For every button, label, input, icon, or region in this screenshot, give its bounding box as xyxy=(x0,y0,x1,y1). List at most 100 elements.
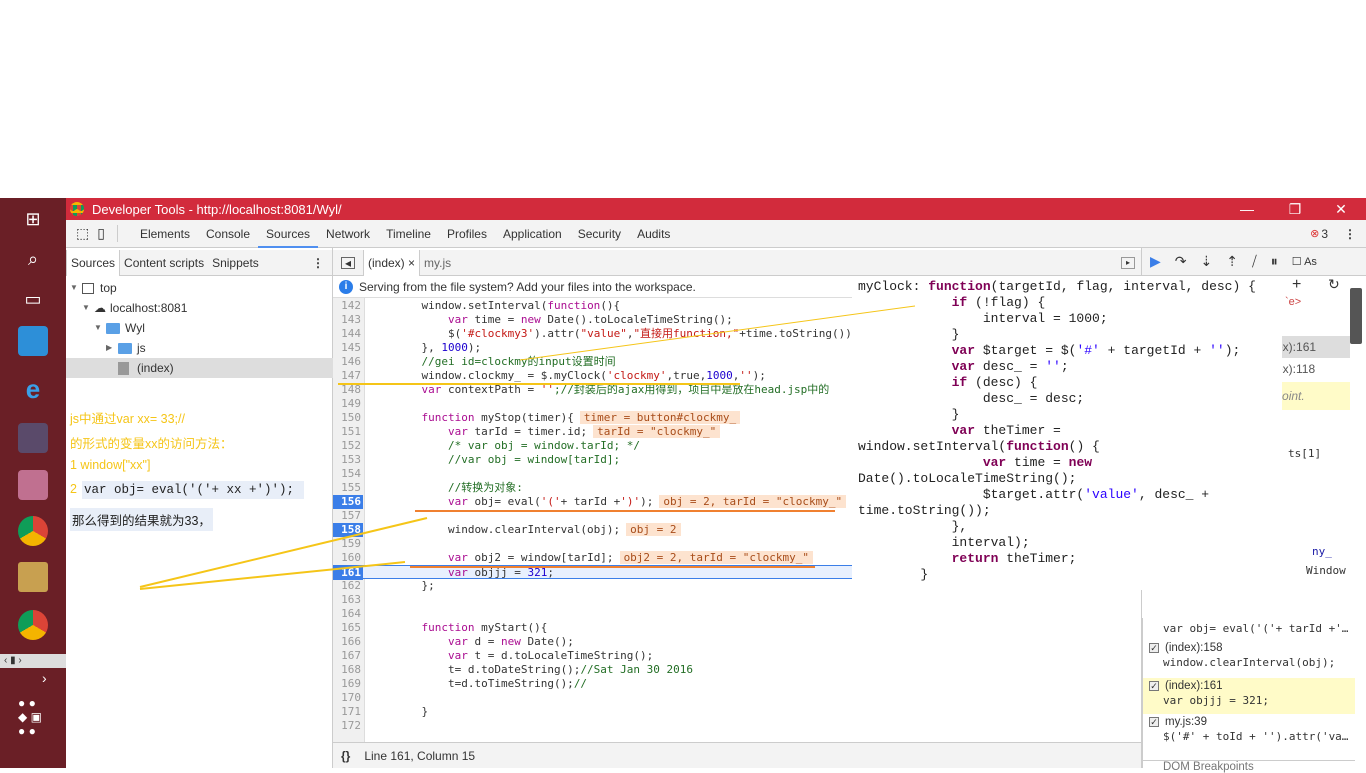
code-line[interactable]: 164 xyxy=(333,607,1141,621)
tab-console[interactable]: Console xyxy=(198,220,258,248)
close-button[interactable]: ✕ xyxy=(1318,198,1364,220)
line-number[interactable]: 146 xyxy=(333,355,363,369)
tab-application[interactable]: Application xyxy=(495,220,570,248)
breakpoint-marker[interactable]: 156 xyxy=(333,495,363,509)
line-number[interactable]: 142 xyxy=(333,299,363,313)
add-watch-icon[interactable]: + xyxy=(1292,276,1301,294)
line-number[interactable]: 162 xyxy=(333,579,363,593)
line-number[interactable]: 152 xyxy=(333,439,363,453)
error-count[interactable]: 3 xyxy=(1321,227,1328,241)
tab-security[interactable]: Security xyxy=(570,220,629,248)
line-number[interactable]: 153 xyxy=(333,453,363,467)
tree-wyl[interactable]: ▼ Wyl xyxy=(66,318,333,338)
tab-content-scripts[interactable]: Content scripts xyxy=(120,250,208,276)
line-number[interactable]: 151 xyxy=(333,425,363,439)
line-number[interactable]: 165 xyxy=(333,621,363,635)
line-number[interactable]: 150 xyxy=(333,411,363,425)
pretty-print-icon[interactable]: {} xyxy=(341,749,350,763)
file-tab-index[interactable]: (index) × xyxy=(363,249,421,276)
async-checkbox[interactable]: ☐ As xyxy=(1292,255,1317,268)
line-number[interactable]: 154 xyxy=(333,467,363,481)
breakpoint-161[interactable]: ✓ (index):161 var objjj = 321; xyxy=(1143,678,1355,714)
tree-top[interactable]: ▼ top xyxy=(66,278,333,298)
error-icon[interactable]: ⊗ xyxy=(1310,227,1319,240)
step-over-icon[interactable]: ↷ xyxy=(1175,253,1187,270)
tab-sources[interactable]: Sources xyxy=(258,220,319,248)
checkbox[interactable]: ✓ xyxy=(1149,643,1159,653)
checkbox[interactable]: ✓ xyxy=(1149,681,1159,691)
file-tab-myjs[interactable]: my.js xyxy=(420,250,455,276)
code-line[interactable]: 166 var d = new Date(); xyxy=(333,635,1141,649)
line-number[interactable]: 149 xyxy=(333,397,363,411)
line-number[interactable]: 166 xyxy=(333,635,363,649)
breakpoint-myjs-39[interactable]: ✓ my.js:39 $('#' + toId + '').attr('va… xyxy=(1143,716,1355,752)
line-number[interactable]: 157 xyxy=(333,509,363,523)
code-line[interactable]: 169 t=d.toTimeString();// xyxy=(333,677,1141,691)
minimize-button[interactable]: — xyxy=(1224,198,1270,220)
chrome-icon[interactable] xyxy=(18,516,48,546)
ide-icon[interactable] xyxy=(18,423,48,453)
line-number[interactable]: 164 xyxy=(333,607,363,621)
edge-icon[interactable]: e xyxy=(18,374,48,404)
line-number[interactable]: 169 xyxy=(333,677,363,691)
line-number[interactable]: 163 xyxy=(333,593,363,607)
line-number[interactable]: 144 xyxy=(333,327,363,341)
scrollbar-thumb[interactable] xyxy=(1350,288,1362,344)
code-line[interactable]: 165 function myStart(){ xyxy=(333,621,1141,635)
pause-exceptions-icon[interactable]: ⏸ xyxy=(1271,253,1278,270)
line-number[interactable]: 160 xyxy=(333,551,363,565)
checkbox[interactable]: ✓ xyxy=(1149,717,1159,727)
line-number[interactable]: 148 xyxy=(333,383,363,397)
tab-network[interactable]: Network xyxy=(318,220,378,248)
navigator-menu-icon[interactable]: ⋮ xyxy=(312,256,324,270)
step-out-icon[interactable]: ⇡ xyxy=(1226,253,1238,270)
breakpoint-158[interactable]: ✓ (index):158 window.clearInterval(obj); xyxy=(1143,642,1355,678)
database-icon[interactable] xyxy=(18,470,48,500)
taskbar-scroll[interactable]: ‹ ▮ › xyxy=(0,654,66,668)
code-line[interactable]: 172 xyxy=(333,719,1141,733)
close-tab-icon[interactable]: × xyxy=(408,256,415,270)
tree-index[interactable]: (index) xyxy=(66,358,333,378)
code-line[interactable]: 163 xyxy=(333,593,1141,607)
code-line[interactable]: 168 t= d.toDateString();//Sat Jan 30 201… xyxy=(333,663,1141,677)
refresh-icon[interactable]: ↻ xyxy=(1328,276,1340,293)
line-number[interactable]: 172 xyxy=(333,719,363,733)
chrome-active-icon[interactable] xyxy=(18,610,48,640)
line-number[interactable]: 168 xyxy=(333,663,363,677)
task-view-icon[interactable]: ▭ xyxy=(18,284,48,314)
app-icon[interactable] xyxy=(18,326,48,356)
deactivate-breakpoints-icon[interactable]: ⧸ xyxy=(1252,253,1257,270)
code-line[interactable]: 167 var t = d.toLocaleTimeString(); xyxy=(333,649,1141,663)
tab-snippets[interactable]: Snippets xyxy=(208,250,263,276)
line-number[interactable]: 159 xyxy=(333,537,363,551)
tab-profiles[interactable]: Profiles xyxy=(439,220,495,248)
tree-localhost[interactable]: ▼ ☁ localhost:8081 xyxy=(66,298,333,318)
tab-audits[interactable]: Audits xyxy=(629,220,678,248)
code-line[interactable]: 170 xyxy=(333,691,1141,705)
code-line[interactable]: 171 } xyxy=(333,705,1141,719)
tab-sources[interactable]: Sources xyxy=(66,249,121,276)
line-number[interactable]: 167 xyxy=(333,649,363,663)
line-number[interactable]: 147 xyxy=(333,369,363,383)
sublime-icon[interactable] xyxy=(18,562,48,592)
tree-js[interactable]: ▶ js xyxy=(66,338,333,358)
tab-timeline[interactable]: Timeline xyxy=(378,220,439,248)
tray-icons[interactable]: ● ● ◆ ▣ ● ● xyxy=(18,696,58,756)
line-number[interactable]: 143 xyxy=(333,313,363,327)
breakpoint-marker[interactable]: 161 xyxy=(333,566,363,580)
menu-icon[interactable]: ⋮ xyxy=(1344,227,1356,241)
line-number[interactable]: 155 xyxy=(333,481,363,495)
resume-icon[interactable]: ▶ xyxy=(1150,253,1161,270)
breakpoint-marker[interactable]: 158 xyxy=(333,523,363,537)
device-mode-icon[interactable]: ▯ xyxy=(97,225,118,242)
step-into-icon[interactable]: ⇣ xyxy=(1201,253,1213,270)
chevron-right-icon[interactable]: › xyxy=(42,670,47,686)
line-number[interactable]: 171 xyxy=(333,705,363,719)
toggle-debugger-icon[interactable]: ▸ xyxy=(1121,256,1135,269)
windows-start-icon[interactable]: ⊞ xyxy=(18,204,48,234)
line-number[interactable]: 170 xyxy=(333,691,363,705)
line-number[interactable]: 145 xyxy=(333,341,363,355)
toggle-navigator-icon[interactable]: ◂ xyxy=(341,256,355,269)
dom-breakpoints-section[interactable]: DOM Breakpoints xyxy=(1143,760,1355,773)
restore-button[interactable]: ❐ xyxy=(1272,198,1318,220)
